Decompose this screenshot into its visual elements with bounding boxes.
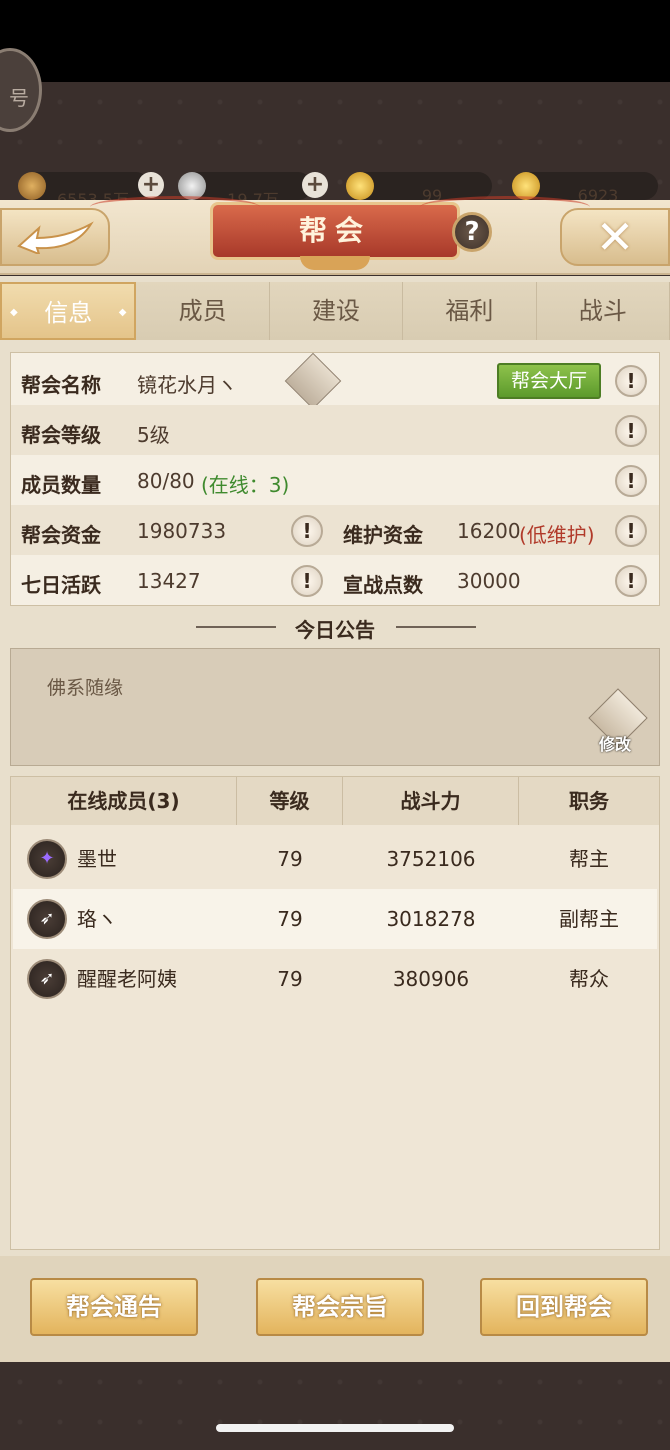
notice-box: 佛系随缘 修改 (10, 648, 660, 766)
close-icon: ✕ (595, 210, 635, 264)
activity-row: 七日活跃 13427 ! 宣战点数 30000 ! (11, 555, 659, 605)
exclamation-icon[interactable]: ! (615, 465, 647, 497)
guild-purpose-button[interactable]: 帮会宗旨 (256, 1278, 424, 1336)
tab-battle[interactable]: 战斗 (536, 282, 670, 340)
table-header: 在线成员(3) 等级 战斗力 职务 (11, 777, 659, 825)
table-row[interactable]: ✦ 墨世 79 3752106 帮主 (13, 829, 657, 889)
tab-build[interactable]: 建设 (269, 282, 404, 340)
back-button[interactable] (0, 208, 110, 266)
guild-notice-button[interactable]: 帮会通告 (30, 1278, 198, 1336)
member-count-row: 成员数量 80/80 (在线：3) ! (11, 455, 659, 505)
exclamation-icon[interactable]: ! (615, 515, 647, 547)
table-row[interactable]: ➶ 醒醒老阿姨 79 380906 帮众 (13, 949, 657, 1009)
notice-text: 佛系随缘 (47, 677, 124, 699)
tab-info[interactable]: 信息 (0, 282, 137, 342)
online-members-table: 在线成员(3) 等级 战斗力 职务 ✦ 墨世 79 3752106 帮主 ➶ 珞… (10, 776, 660, 1250)
status-bar (0, 0, 670, 82)
back-arrow-icon (17, 221, 94, 254)
edit-notice-button[interactable]: 修改 (585, 688, 649, 755)
exclamation-icon[interactable]: ! (615, 415, 647, 447)
guild-hall-button[interactable]: 帮会大厅 (497, 363, 601, 399)
tab-bar: 信息 成员 建设 福利 战斗 (0, 282, 670, 342)
edit-name-icon[interactable] (284, 352, 342, 410)
add-silver-button[interactable]: + (302, 172, 328, 198)
guild-level-row: 帮会等级 5级 ! (11, 405, 659, 455)
exclamation-icon[interactable]: ! (615, 565, 647, 597)
guild-info-table: 帮会名称 镜花水月ヽ 帮会大厅 ! 帮会等级 5级 ! 成员数量 80/80 (… (10, 352, 660, 606)
funds-row: 帮会资金 1980733 ! 维护资金 16200 (低维护) ! (11, 505, 659, 555)
add-copper-button[interactable]: + (138, 172, 164, 198)
return-guild-button[interactable]: 回到帮会 (480, 1278, 648, 1336)
exclamation-icon[interactable]: ! (615, 365, 647, 397)
table-row[interactable]: ➶ 珞ヽ 79 3018278 副帮主 (13, 889, 657, 949)
ribbon-decoration-right (420, 196, 590, 218)
notice-title: 今日公告 (295, 618, 375, 642)
class-icon: ➶ (27, 899, 67, 939)
class-icon: ➶ (27, 959, 67, 999)
class-icon: ✦ (27, 839, 67, 879)
currency-bar: 6553.5万 + 19.7万 + 99 6923 (0, 168, 670, 209)
title-ornament (300, 256, 370, 270)
ribbon-decoration-left (90, 196, 260, 218)
guild-name-row: 帮会名称 镜花水月ヽ 帮会大厅 ! (11, 352, 659, 410)
tab-members[interactable]: 成员 (136, 282, 270, 340)
close-button[interactable]: ✕ (560, 208, 670, 266)
help-button[interactable]: ? (452, 212, 492, 252)
gold-display: 99 (346, 172, 492, 205)
exclamation-icon[interactable]: ! (291, 515, 323, 547)
exclamation-icon[interactable]: ! (291, 565, 323, 597)
copper-display: 6553.5万 (18, 172, 150, 209)
question-icon: ? (464, 217, 480, 247)
tab-welfare[interactable]: 福利 (403, 282, 537, 340)
home-indicator[interactable] (216, 1424, 454, 1432)
